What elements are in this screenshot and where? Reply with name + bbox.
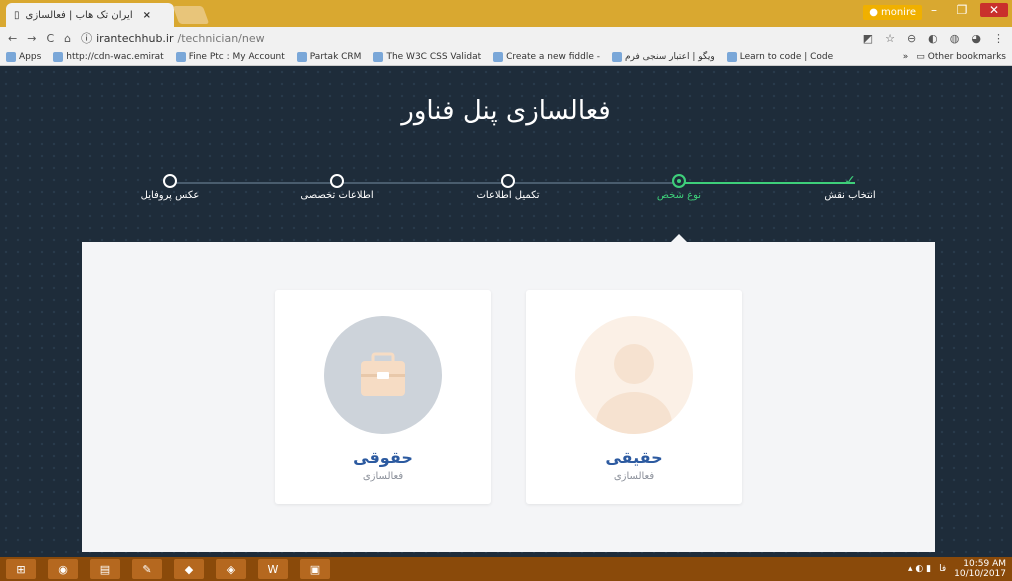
- language-indicator[interactable]: فا: [939, 564, 946, 574]
- step-label: عکس پروفایل: [140, 190, 200, 201]
- url-path: /technician/new: [177, 31, 265, 45]
- bookmark-favicon-icon: [726, 52, 737, 62]
- browser-chrome: ▯ ایران تک هاب | فعالسازی × ● monire – ❐…: [0, 0, 1012, 66]
- natural-person-card[interactable]: حقیقی فعالسازی: [526, 290, 742, 504]
- bookmark-item[interactable]: The W3C CSS Validat: [373, 52, 481, 62]
- app-icon[interactable]: ◆: [174, 559, 204, 579]
- card-subtitle: فعالسازی: [362, 471, 404, 482]
- extension-icon[interactable]: ◍: [950, 32, 960, 45]
- profile-name: monire: [880, 7, 916, 18]
- bookmark-favicon-icon: [493, 52, 504, 62]
- step-select-role[interactable]: ✓ انتخاب نقش: [805, 174, 895, 201]
- bookmark-item[interactable]: http://cdn-wac.emirat: [53, 52, 164, 62]
- star-icon[interactable]: ☆: [885, 32, 895, 45]
- step-label: نوع شخص: [656, 190, 702, 201]
- step-person-type[interactable]: نوع شخص: [634, 174, 724, 201]
- paint-icon[interactable]: ✎: [132, 559, 162, 579]
- step-circle-icon: [501, 174, 515, 188]
- clock-date: 10/10/2017: [954, 569, 1006, 579]
- tab-title: ایران تک هاب | فعالسازی: [25, 9, 133, 21]
- tab-strip: ▯ ایران تک هاب | فعالسازی × ● monire – ❐…: [0, 0, 1012, 27]
- word-icon[interactable]: W: [258, 559, 288, 579]
- bookmark-favicon-icon: [611, 52, 622, 62]
- windows-start-icon[interactable]: ⊞: [6, 559, 36, 579]
- file-explorer-icon[interactable]: ▤: [90, 559, 120, 579]
- folder-icon: ▭: [916, 52, 925, 62]
- extension-icon[interactable]: ⊖: [907, 32, 916, 45]
- bookmark-item[interactable]: Fine Ptc : My Account: [175, 52, 285, 62]
- clock-time: 10:59 AM: [963, 559, 1006, 569]
- bookmark-item[interactable]: Learn to code | Code: [726, 52, 833, 62]
- step-label: اطلاعات تخصصی: [300, 190, 374, 201]
- page-title: فعالسازی پنل فناور: [401, 96, 611, 126]
- extension-icon[interactable]: ◕: [971, 32, 981, 45]
- person-icon: [575, 316, 693, 434]
- bookmark-favicon-icon: [175, 52, 186, 62]
- user-icon: ●: [869, 7, 878, 18]
- card-title: حقیقی: [605, 448, 663, 467]
- step-complete-info[interactable]: تکمیل اطلاعات: [463, 174, 553, 201]
- forward-icon[interactable]: →: [27, 32, 36, 45]
- legal-entity-card[interactable]: حقوقی فعالسازی: [275, 290, 491, 504]
- page-content: فعالسازی پنل فناور عکس پروفایل اطلاعات ت…: [0, 66, 1012, 557]
- extension-icon[interactable]: ◐: [928, 32, 938, 45]
- maximize-icon[interactable]: ❐: [952, 3, 972, 17]
- check-icon: ✓: [844, 173, 856, 189]
- card-title: حقوقی: [353, 448, 413, 467]
- translate-icon[interactable]: ◩: [863, 32, 873, 45]
- minimize-icon[interactable]: –: [924, 3, 944, 17]
- extension-icons: ◩ ☆ ⊖ ◐ ◍ ◕ ⋮: [863, 32, 1004, 45]
- bookmarks-bar: Apps http://cdn-wac.emirat Fine Ptc : My…: [0, 49, 1012, 66]
- more-bookmarks-button[interactable]: »: [903, 52, 909, 62]
- clock[interactable]: 10:59 AM 10/10/2017: [954, 559, 1006, 579]
- step-pointer: [671, 234, 687, 242]
- step-circle-icon: [330, 174, 344, 188]
- bookmark-favicon-icon: [373, 52, 384, 62]
- home-icon[interactable]: ⌂: [64, 32, 71, 45]
- bookmark-item[interactable]: Create a new fiddle -: [493, 52, 600, 62]
- bookmark-item[interactable]: Partak CRM: [296, 52, 361, 62]
- step-circle-icon: [163, 174, 177, 188]
- bookmark-item[interactable]: ویگو | اعتبار سنجی فرم: [611, 52, 715, 62]
- step-profile-photo[interactable]: عکس پروفایل: [125, 174, 215, 201]
- card-subtitle: فعالسازی: [613, 471, 655, 482]
- browser-tab[interactable]: ▯ ایران تک هاب | فعالسازی ×: [6, 3, 174, 27]
- step-active-icon: [672, 174, 686, 188]
- close-window-icon[interactable]: ✕: [980, 3, 1008, 17]
- back-icon[interactable]: ←: [8, 32, 17, 45]
- step-label: تکمیل اطلاعات: [476, 190, 540, 201]
- tray-icons[interactable]: ▴ ◐ ▮: [908, 564, 931, 574]
- bookmark-favicon-icon: [53, 52, 64, 62]
- system-tray: ▴ ◐ ▮ فا 10:59 AM 10/10/2017: [908, 559, 1006, 579]
- address-bar-row: ← → C ⌂ ⓘ irantechhub.ir/technician/new …: [0, 27, 1012, 49]
- step-label: انتخاب نقش: [824, 190, 876, 201]
- tab-close-icon[interactable]: ×: [143, 10, 151, 21]
- step-expertise[interactable]: اطلاعات تخصصی: [292, 174, 382, 201]
- reload-icon[interactable]: C: [46, 32, 54, 45]
- apps-icon: [6, 52, 16, 62]
- url-host: irantechhub.ir: [96, 31, 174, 45]
- taskbar: ⊞ ◉ ▤ ✎ ◆ ◈ W ▣ ▴ ◐ ▮ فا 10:59 AM 10/10/…: [0, 557, 1012, 581]
- bookmark-apps[interactable]: Apps: [6, 52, 41, 62]
- bookmark-favicon-icon: [296, 52, 307, 62]
- page-icon: ▯: [14, 9, 20, 21]
- new-tab-button[interactable]: [172, 6, 210, 24]
- info-icon[interactable]: ⓘ: [81, 30, 92, 46]
- briefcase-icon: [324, 316, 442, 434]
- profile-button[interactable]: ● monire: [863, 5, 922, 20]
- menu-icon[interactable]: ⋮: [993, 32, 1004, 45]
- chrome-icon[interactable]: ◉: [48, 559, 78, 579]
- other-bookmarks[interactable]: ▭ Other bookmarks: [916, 52, 1006, 62]
- app-icon[interactable]: ▣: [300, 559, 330, 579]
- selection-panel: [82, 242, 935, 552]
- app-icon[interactable]: ◈: [216, 559, 246, 579]
- bookmarks-right: » ▭ Other bookmarks: [903, 52, 1006, 62]
- window-controls: – ❐ ✕: [924, 3, 1008, 17]
- address-bar[interactable]: ⓘ irantechhub.ir/technician/new: [81, 30, 853, 46]
